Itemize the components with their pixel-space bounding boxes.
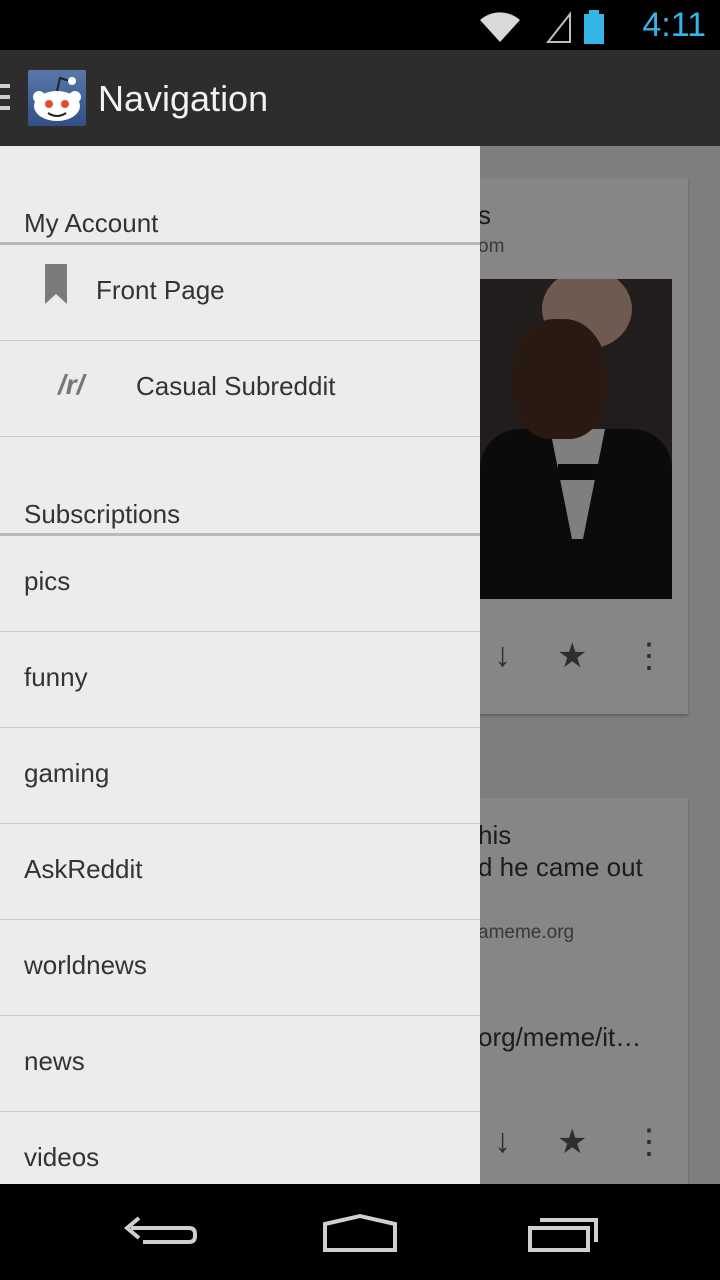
r-icon: /r/: [58, 369, 85, 400]
drawer-item-label: news: [24, 1046, 85, 1076]
navigation-drawer: My Account Front Page /r/ Casual Subredd…: [0, 146, 480, 1184]
drawer-item-subreddit[interactable]: funny: [0, 632, 480, 728]
drawer-item-label: Casual Subreddit: [136, 371, 336, 401]
section-header-account: My Account: [24, 208, 159, 238]
drawer-item-label: funny: [24, 662, 88, 692]
action-bar: Navigation: [0, 50, 720, 146]
drawer-item-subreddit[interactable]: pics: [0, 536, 480, 632]
page-title: Navigation: [98, 78, 269, 119]
system-nav-bar: [0, 1184, 720, 1280]
home-icon[interactable]: [315, 1204, 405, 1260]
drawer-item-subreddit[interactable]: gaming: [0, 728, 480, 824]
battery-icon: [584, 10, 604, 44]
status-time: 4:11: [642, 6, 706, 44]
drawer-item-label: worldnews: [24, 950, 147, 980]
status-bar: 4:11: [0, 0, 720, 50]
drawer-item-casual-subreddit[interactable]: /r/ Casual Subreddit: [0, 341, 480, 437]
back-icon[interactable]: [115, 1204, 205, 1260]
drawer-item-subreddit[interactable]: worldnews: [0, 920, 480, 1016]
drawer-item-label: pics: [24, 566, 71, 596]
drawer-item-label: videos: [24, 1142, 100, 1172]
drawer-item-front-page[interactable]: Front Page: [0, 245, 480, 341]
wifi-icon: [480, 12, 520, 42]
recents-icon[interactable]: [518, 1204, 608, 1260]
status-icons: [480, 10, 604, 44]
section-header-subscriptions: Subscriptions: [24, 499, 181, 529]
drawer-item-subreddit[interactable]: videos: [0, 1112, 480, 1184]
drawer-item-subreddit[interactable]: news: [0, 1016, 480, 1112]
hamburger-icon[interactable]: [0, 84, 10, 114]
drawer-item-label: gaming: [24, 758, 110, 788]
reddit-alien-icon[interactable]: [28, 70, 86, 126]
bookmark-icon: [45, 264, 67, 304]
signal-icon: [545, 11, 571, 43]
drawer-item-label: AskReddit: [24, 854, 143, 884]
drawer-item-subreddit[interactable]: AskReddit: [0, 824, 480, 920]
drawer-item-label: Front Page: [96, 275, 225, 305]
